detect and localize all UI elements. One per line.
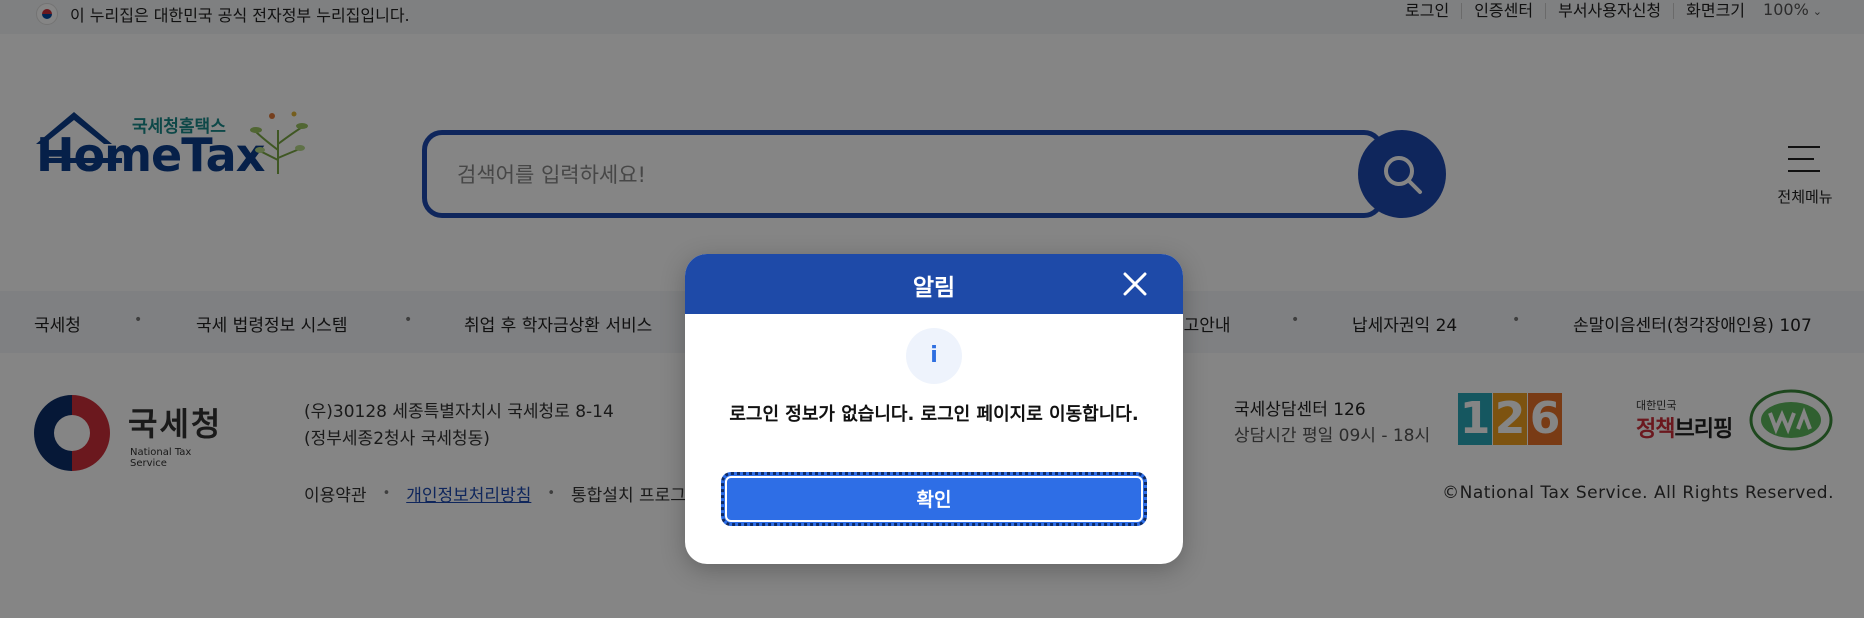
confirm-button[interactable]: 확인 [721, 472, 1147, 526]
alert-dialog-header: 알림 [685, 254, 1183, 314]
close-icon[interactable] [1121, 270, 1149, 298]
alert-dialog: 알림 i 로그인 정보가 없습니다. 로그인 페이지로 이동합니다. 확인 [685, 254, 1183, 564]
info-icon: i [906, 328, 962, 384]
alert-dialog-title: 알림 [912, 275, 956, 301]
alert-message: 로그인 정보가 없습니다. 로그인 페이지로 이동합니다. [729, 404, 1139, 425]
